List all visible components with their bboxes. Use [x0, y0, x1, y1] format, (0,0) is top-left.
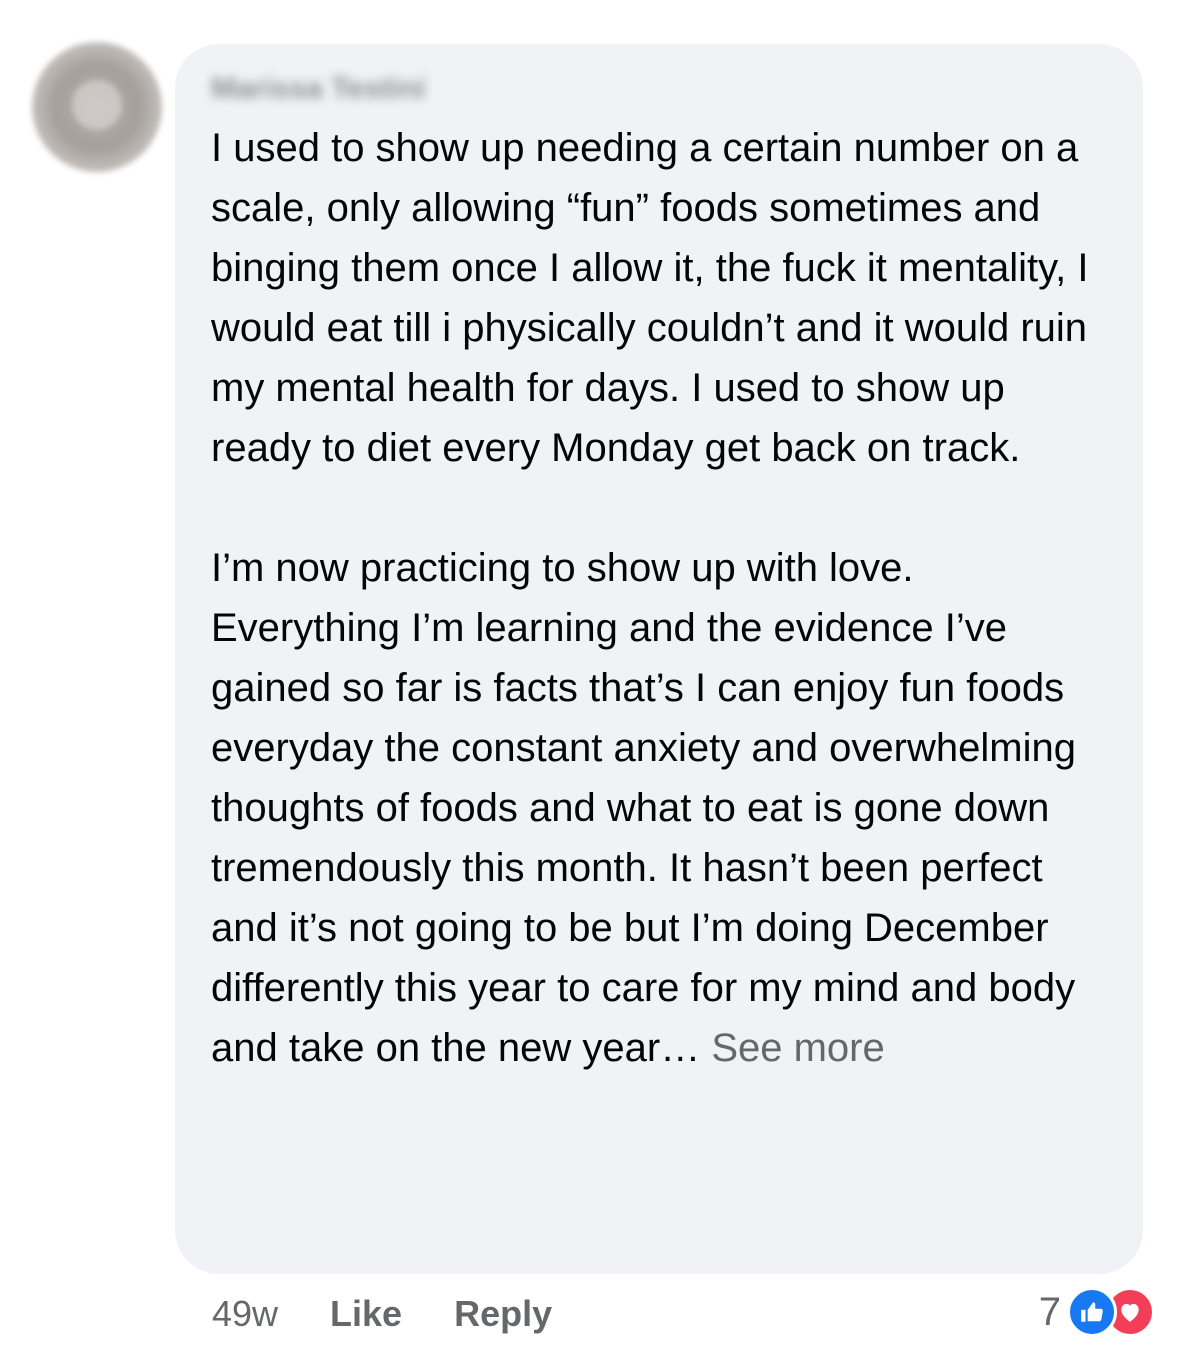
avatar[interactable] — [32, 42, 162, 172]
comment-paragraph-text: I used to show up needing a certain numb… — [211, 126, 1089, 470]
comment-timestamp[interactable]: 49w — [212, 1293, 278, 1335]
reaction-summary[interactable]: 7 — [1039, 1284, 1155, 1340]
comment-author[interactable]: Marissa Testini — [211, 72, 1113, 112]
comment-paragraph: I’m now practicing to show up with love.… — [211, 538, 1113, 1078]
like-button[interactable]: Like — [330, 1293, 402, 1335]
comment-actions: 49w Like Reply — [212, 1286, 552, 1342]
like-icon — [1067, 1287, 1117, 1337]
see-more-link[interactable]: See more — [711, 1026, 884, 1070]
comment-paragraph-text: I’m now practicing to show up with love.… — [211, 546, 1076, 1070]
comment-paragraph: I used to show up needing a certain numb… — [211, 118, 1113, 478]
reaction-count: 7 — [1038, 1289, 1061, 1334]
reply-button[interactable]: Reply — [454, 1293, 552, 1335]
comment-bubble: Marissa Testini I used to show up needin… — [175, 44, 1143, 1274]
